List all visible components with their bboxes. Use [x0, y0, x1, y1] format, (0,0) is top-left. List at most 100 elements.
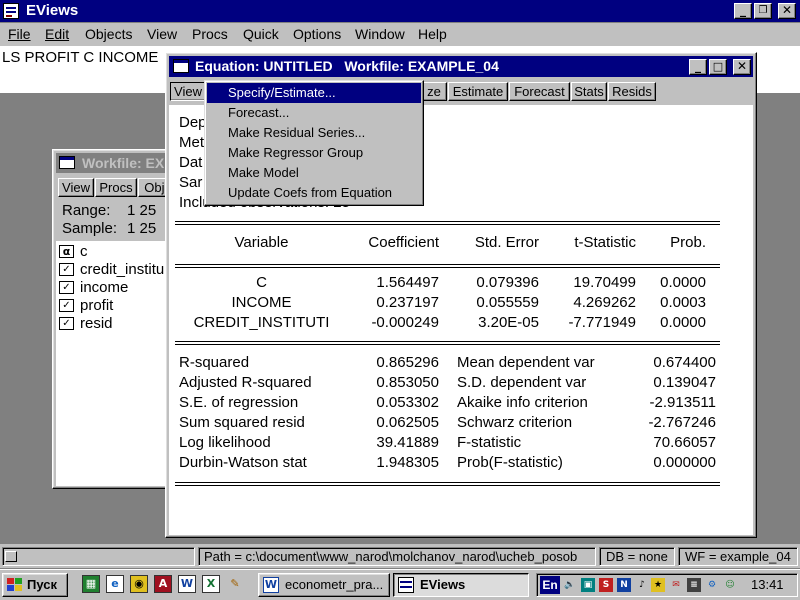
media-icon[interactable]: ◉	[130, 575, 148, 593]
workfile-title-bar[interactable]: Workfile: EX	[56, 153, 176, 173]
workfile-toolbar: View Procs Obje	[56, 178, 178, 198]
menu-window[interactable]: Window	[355, 23, 405, 45]
header-sample: Sar	[179, 174, 203, 191]
stat-value-right: 0.139047	[653, 374, 716, 391]
stat-value-left: 0.853050	[376, 374, 439, 391]
range-label: Range:	[62, 202, 111, 219]
settings-icon[interactable]: ⚙	[705, 578, 719, 592]
volume-icon[interactable]: 🔈	[563, 578, 577, 592]
range-value[interactable]: 1 25	[127, 202, 156, 220]
music-icon[interactable]: ♪	[635, 578, 649, 592]
menu-edit[interactable]: Edit	[45, 23, 69, 45]
pen-icon[interactable]: ✎	[226, 575, 244, 593]
menu-quick[interactable]: Quick	[243, 23, 279, 45]
minimize-button[interactable]: _	[734, 3, 752, 19]
equation-title-bar[interactable]: Equation: UNTITLED Workfile: EXAMPLE_04 …	[169, 56, 753, 77]
close-button[interactable]: ✕	[778, 3, 796, 19]
object-name: resid	[80, 315, 113, 332]
equation-minimize-button[interactable]: _	[689, 59, 707, 75]
series-icon: ✓	[59, 281, 74, 294]
modem-icon[interactable]: ≡	[687, 578, 701, 592]
word-icon: W	[263, 577, 279, 593]
access-icon[interactable]: A	[154, 575, 172, 593]
series-icon: ✓	[59, 299, 74, 312]
col-header-prob: Prob.	[670, 234, 706, 251]
equation-window-icon	[173, 59, 189, 73]
col-header-std-error: Std. Error	[474, 234, 539, 251]
menu-view[interactable]: View	[147, 23, 177, 45]
alpha-icon: α	[59, 245, 74, 258]
menu-item-make-residual-series[interactable]: Make Residual Series...	[207, 123, 421, 143]
header-rule-2	[175, 267, 720, 268]
menu-item-make-model[interactable]: Make Model	[207, 163, 421, 183]
equation-maximize-button[interactable]: □	[709, 59, 727, 75]
row-t-statistic: -7.771949	[568, 314, 636, 331]
stat-value-right: 0.000000	[653, 454, 716, 471]
stat-label-right: Mean dependent var	[457, 354, 595, 371]
display-icon[interactable]: ▣	[581, 578, 595, 592]
equation-stats-button[interactable]: Stats	[571, 82, 607, 101]
menu-item-specify-estimate[interactable]: Specify/Estimate...	[207, 83, 421, 103]
object-name: profit	[80, 297, 114, 314]
row-std-error: 0.055559	[476, 294, 539, 311]
eviews-app-icon[interactable]	[3, 3, 19, 19]
main-title-bar[interactable]: EViews _ ❐ ✕	[0, 0, 800, 22]
row-prob: 0.0000	[660, 274, 706, 291]
word-icon[interactable]: W	[178, 575, 196, 593]
stats-rule	[175, 341, 720, 342]
equation-freeze-button[interactable]: ze	[421, 82, 447, 101]
mail-icon[interactable]: ✉	[669, 578, 683, 592]
sample-value[interactable]: 1 25	[127, 220, 156, 238]
menu-options[interactable]: Options	[293, 23, 341, 45]
restore-button[interactable]: ❐	[754, 3, 772, 19]
workfile-title-text: Workfile: EX	[82, 155, 165, 171]
menu-objects[interactable]: Objects	[85, 23, 132, 45]
workfile-info: Range: 1 25 Sample: 1 25	[56, 201, 176, 239]
stat-label-right: Prob(F-statistic)	[457, 454, 563, 471]
header-date: Dat	[179, 154, 203, 171]
status-wf-text: WF = example_04	[685, 549, 791, 564]
row-variable: CREDIT_INSTITUTI	[193, 314, 330, 331]
row-coefficient: 0.237197	[376, 294, 439, 311]
status-indicator-icon	[5, 551, 17, 562]
equation-view-button[interactable]: View	[170, 82, 206, 101]
equation-forecast-button[interactable]: Forecast	[509, 82, 570, 101]
workfile-window: Workfile: EX View Procs Obje Range: 1 25…	[52, 149, 178, 489]
ie-icon[interactable]: e	[106, 575, 124, 593]
start-button[interactable]: Пуск	[2, 573, 68, 597]
excel-sheet-icon[interactable]: X	[202, 575, 220, 593]
stat-label-left: R-squared	[179, 354, 250, 371]
menu-help[interactable]: Help	[418, 23, 447, 45]
workfile-view-button[interactable]: View	[58, 178, 94, 197]
equation-estimate-button[interactable]: Estimate	[448, 82, 508, 101]
menu-file[interactable]: File	[8, 23, 31, 45]
menu-procs[interactable]: Procs	[192, 23, 228, 45]
menu-item-forecast[interactable]: Forecast...	[207, 103, 421, 123]
status-db: DB = none	[599, 547, 675, 566]
messenger-icon[interactable]: ☺	[723, 578, 737, 592]
stats-rule-2	[175, 344, 720, 345]
stat-value-left: 0.053302	[376, 394, 439, 411]
row-coefficient: -0.000249	[371, 314, 439, 331]
equation-close-button[interactable]: ✕	[733, 59, 751, 75]
menu-edit-label: Edit	[45, 26, 70, 42]
stat-label-left: Log likelihood	[179, 434, 271, 451]
task-word-document[interactable]: W econometr_pra...	[258, 573, 390, 597]
language-indicator[interactable]: En	[540, 576, 560, 594]
taskbar: Пуск ▦ e ◉ A W X ✎ W econometr_pra... EV…	[0, 569, 800, 600]
task-eviews[interactable]: EViews	[393, 573, 529, 597]
workfile-object-list: α c ✓ credit_institu ✓ income ✓ profit ✓…	[56, 241, 176, 486]
menu-file-label: File	[8, 26, 31, 42]
antivirus-icon[interactable]: S	[599, 578, 613, 592]
sample-label: Sample:	[62, 220, 118, 237]
stat-label-left: Durbin-Watson stat	[179, 454, 307, 471]
col-header-coefficient: Coefficient	[368, 234, 439, 251]
menu-item-update-coefs[interactable]: Update Coefs from Equation	[207, 183, 421, 203]
excel-icon[interactable]: ▦	[82, 575, 100, 593]
agent-icon[interactable]: ★	[651, 578, 665, 592]
workfile-procs-button[interactable]: Procs	[95, 178, 137, 197]
menu-item-make-regressor-group[interactable]: Make Regressor Group	[207, 143, 421, 163]
equation-resids-button[interactable]: Resids	[608, 82, 656, 101]
network-icon[interactable]: N	[617, 578, 631, 592]
clock[interactable]: 13:41	[751, 576, 784, 594]
